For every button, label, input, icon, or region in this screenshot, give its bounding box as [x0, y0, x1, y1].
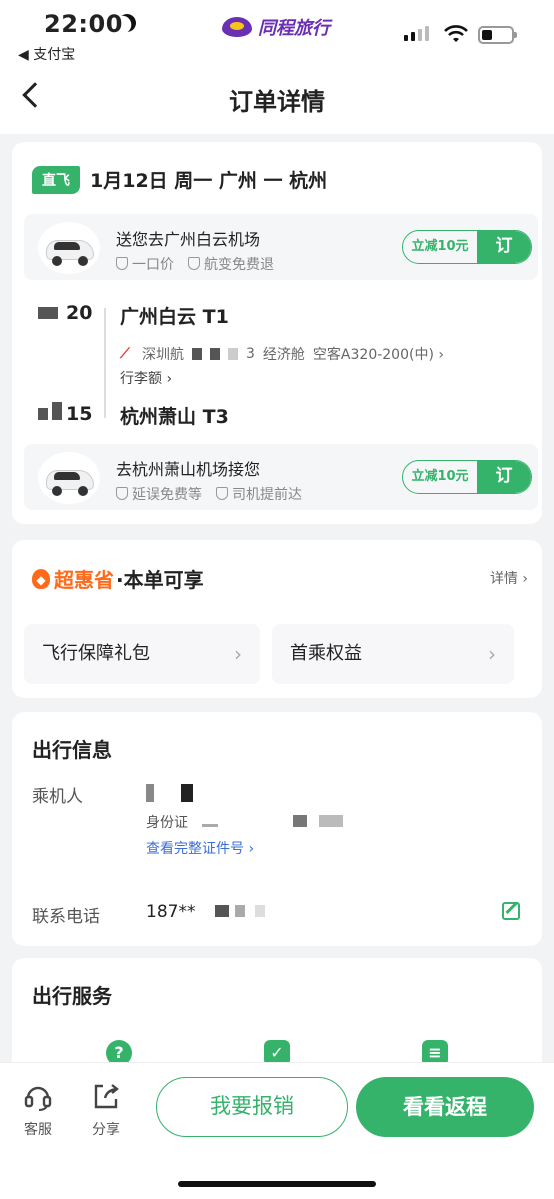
bottom-action-bar: 客服 分享 我要报销 看看返程: [0, 1062, 554, 1199]
money-bag-icon: ◆: [32, 568, 50, 589]
shield-icon: [116, 487, 128, 500]
battery-icon: [478, 26, 517, 44]
order-label: 订: [477, 231, 531, 263]
super-savings-subtitle: ·本单可享: [116, 568, 204, 592]
headset-icon: [24, 1086, 52, 1111]
discount-label: 立减10元: [411, 239, 469, 254]
route-line: [104, 308, 106, 418]
flight-card: 直飞 1月12日 周一 广州 一 杭州 送您去广州白云机场 一口价 航变免费退 …: [12, 142, 542, 524]
view-full-id-link[interactable]: 查看完整证件号 ›: [146, 838, 254, 858]
brand-logo-icon: [222, 17, 252, 37]
airline-name: 深圳航: [142, 347, 184, 363]
dropoff-feature: 司机提前达: [216, 484, 302, 504]
view-return-flight-button[interactable]: 看看返程: [356, 1077, 534, 1137]
share-button[interactable]: 分享: [86, 1081, 126, 1139]
pickup-feature: 一口价: [116, 254, 174, 274]
airport-pickup-promo[interactable]: 送您去广州白云机场 一口价 航变免费退 立减10元 订: [24, 214, 538, 280]
status-bar: 22:00 ◀ 支付宝 同程旅行: [0, 0, 554, 64]
departure-time: 20: [38, 302, 92, 324]
page-title: 订单详情: [229, 88, 325, 116]
luggage-link[interactable]: 行李额 ›: [120, 368, 172, 388]
reimbursement-button[interactable]: 我要报销: [156, 1077, 348, 1137]
aircraft-type: 空客A320-200(中) ›: [312, 347, 444, 363]
order-label: 订: [477, 461, 531, 493]
share-icon: [94, 1084, 119, 1109]
dropoff-order-button[interactable]: 立减10元 订: [402, 460, 532, 494]
chevron-right-icon: ›: [488, 642, 496, 666]
benefits-card: ◆ 超惠省 ·本单可享 详情 › 飞行保障礼包 › 首乘权益 ›: [12, 540, 542, 698]
airline-logo-icon: ⟋: [120, 346, 130, 362]
cabin-class: 经济舱: [262, 347, 305, 363]
pickup-order-button[interactable]: 立减10元 订: [402, 230, 532, 264]
direct-flight-badge: 直飞: [32, 166, 80, 194]
travel-service-card: 出行服务 ? ✓ ≡: [12, 958, 542, 1078]
pickup-title: 送您去广州白云机场: [116, 230, 261, 249]
signal-icon: [404, 26, 429, 41]
airport-dropoff-promo[interactable]: 去杭州萧山机场接您 延误免费等 司机提前达 立减10元 订: [24, 444, 538, 510]
nav-bar: 订单详情: [0, 64, 554, 134]
flight-route: 1月12日 周一 广州 一 杭州: [90, 170, 328, 192]
wifi-icon: [444, 25, 468, 42]
passenger-label: 乘机人: [32, 787, 83, 807]
flight-protection-package[interactable]: 飞行保障礼包 ›: [24, 624, 260, 684]
discount-label: 立减10元: [411, 469, 469, 484]
brand: 同程旅行: [222, 14, 330, 40]
section-title: 出行服务: [32, 984, 112, 1008]
share-label: 分享: [92, 1122, 120, 1138]
id-number: 身份证: [146, 812, 344, 832]
dropoff-feature: 延误免费等: [116, 484, 202, 504]
customer-service-button[interactable]: 客服: [18, 1081, 58, 1139]
brand-name: 同程旅行: [258, 18, 330, 39]
first-ride-benefit[interactable]: 首乘权益 ›: [272, 624, 514, 684]
clock: 22:00: [44, 10, 123, 38]
contact-phone: 187**: [146, 902, 265, 922]
edit-icon[interactable]: [502, 902, 520, 920]
travel-info-card: 出行信息 乘机人 身份证 查看完整证件号 › 联系电话 187**: [12, 712, 542, 946]
home-indicator: [178, 1181, 376, 1187]
pickup-feature: 航变免费退: [188, 254, 274, 274]
shield-icon: [188, 257, 200, 270]
flight-info[interactable]: ⟋ 深圳航 3 经济舱 空客A320-200(中) ›: [120, 344, 444, 364]
section-title: 出行信息: [32, 738, 112, 762]
shield-icon: [116, 257, 128, 270]
flight-number-tail: 3: [246, 346, 255, 362]
car-icon: [38, 222, 100, 274]
arrival-time: 15: [38, 402, 92, 425]
benefits-detail-link[interactable]: 详情 ›: [490, 568, 528, 588]
passenger-name: [146, 784, 194, 807]
phone-label: 联系电话: [32, 907, 100, 927]
customer-service-label: 客服: [24, 1122, 52, 1138]
arrival-airport: 杭州萧山 T3: [120, 406, 229, 428]
shield-icon: [216, 487, 228, 500]
super-savings-title: ◆ 超惠省 ·本单可享: [32, 564, 204, 593]
dropoff-title: 去杭州萧山机场接您: [116, 460, 261, 479]
chevron-right-icon: ›: [234, 642, 242, 666]
departure-airport: 广州白云 T1: [120, 306, 229, 328]
back-to-app-link[interactable]: ◀ 支付宝: [18, 44, 75, 64]
car-icon: [38, 452, 100, 504]
super-savings-brand: 超惠省: [54, 568, 114, 592]
